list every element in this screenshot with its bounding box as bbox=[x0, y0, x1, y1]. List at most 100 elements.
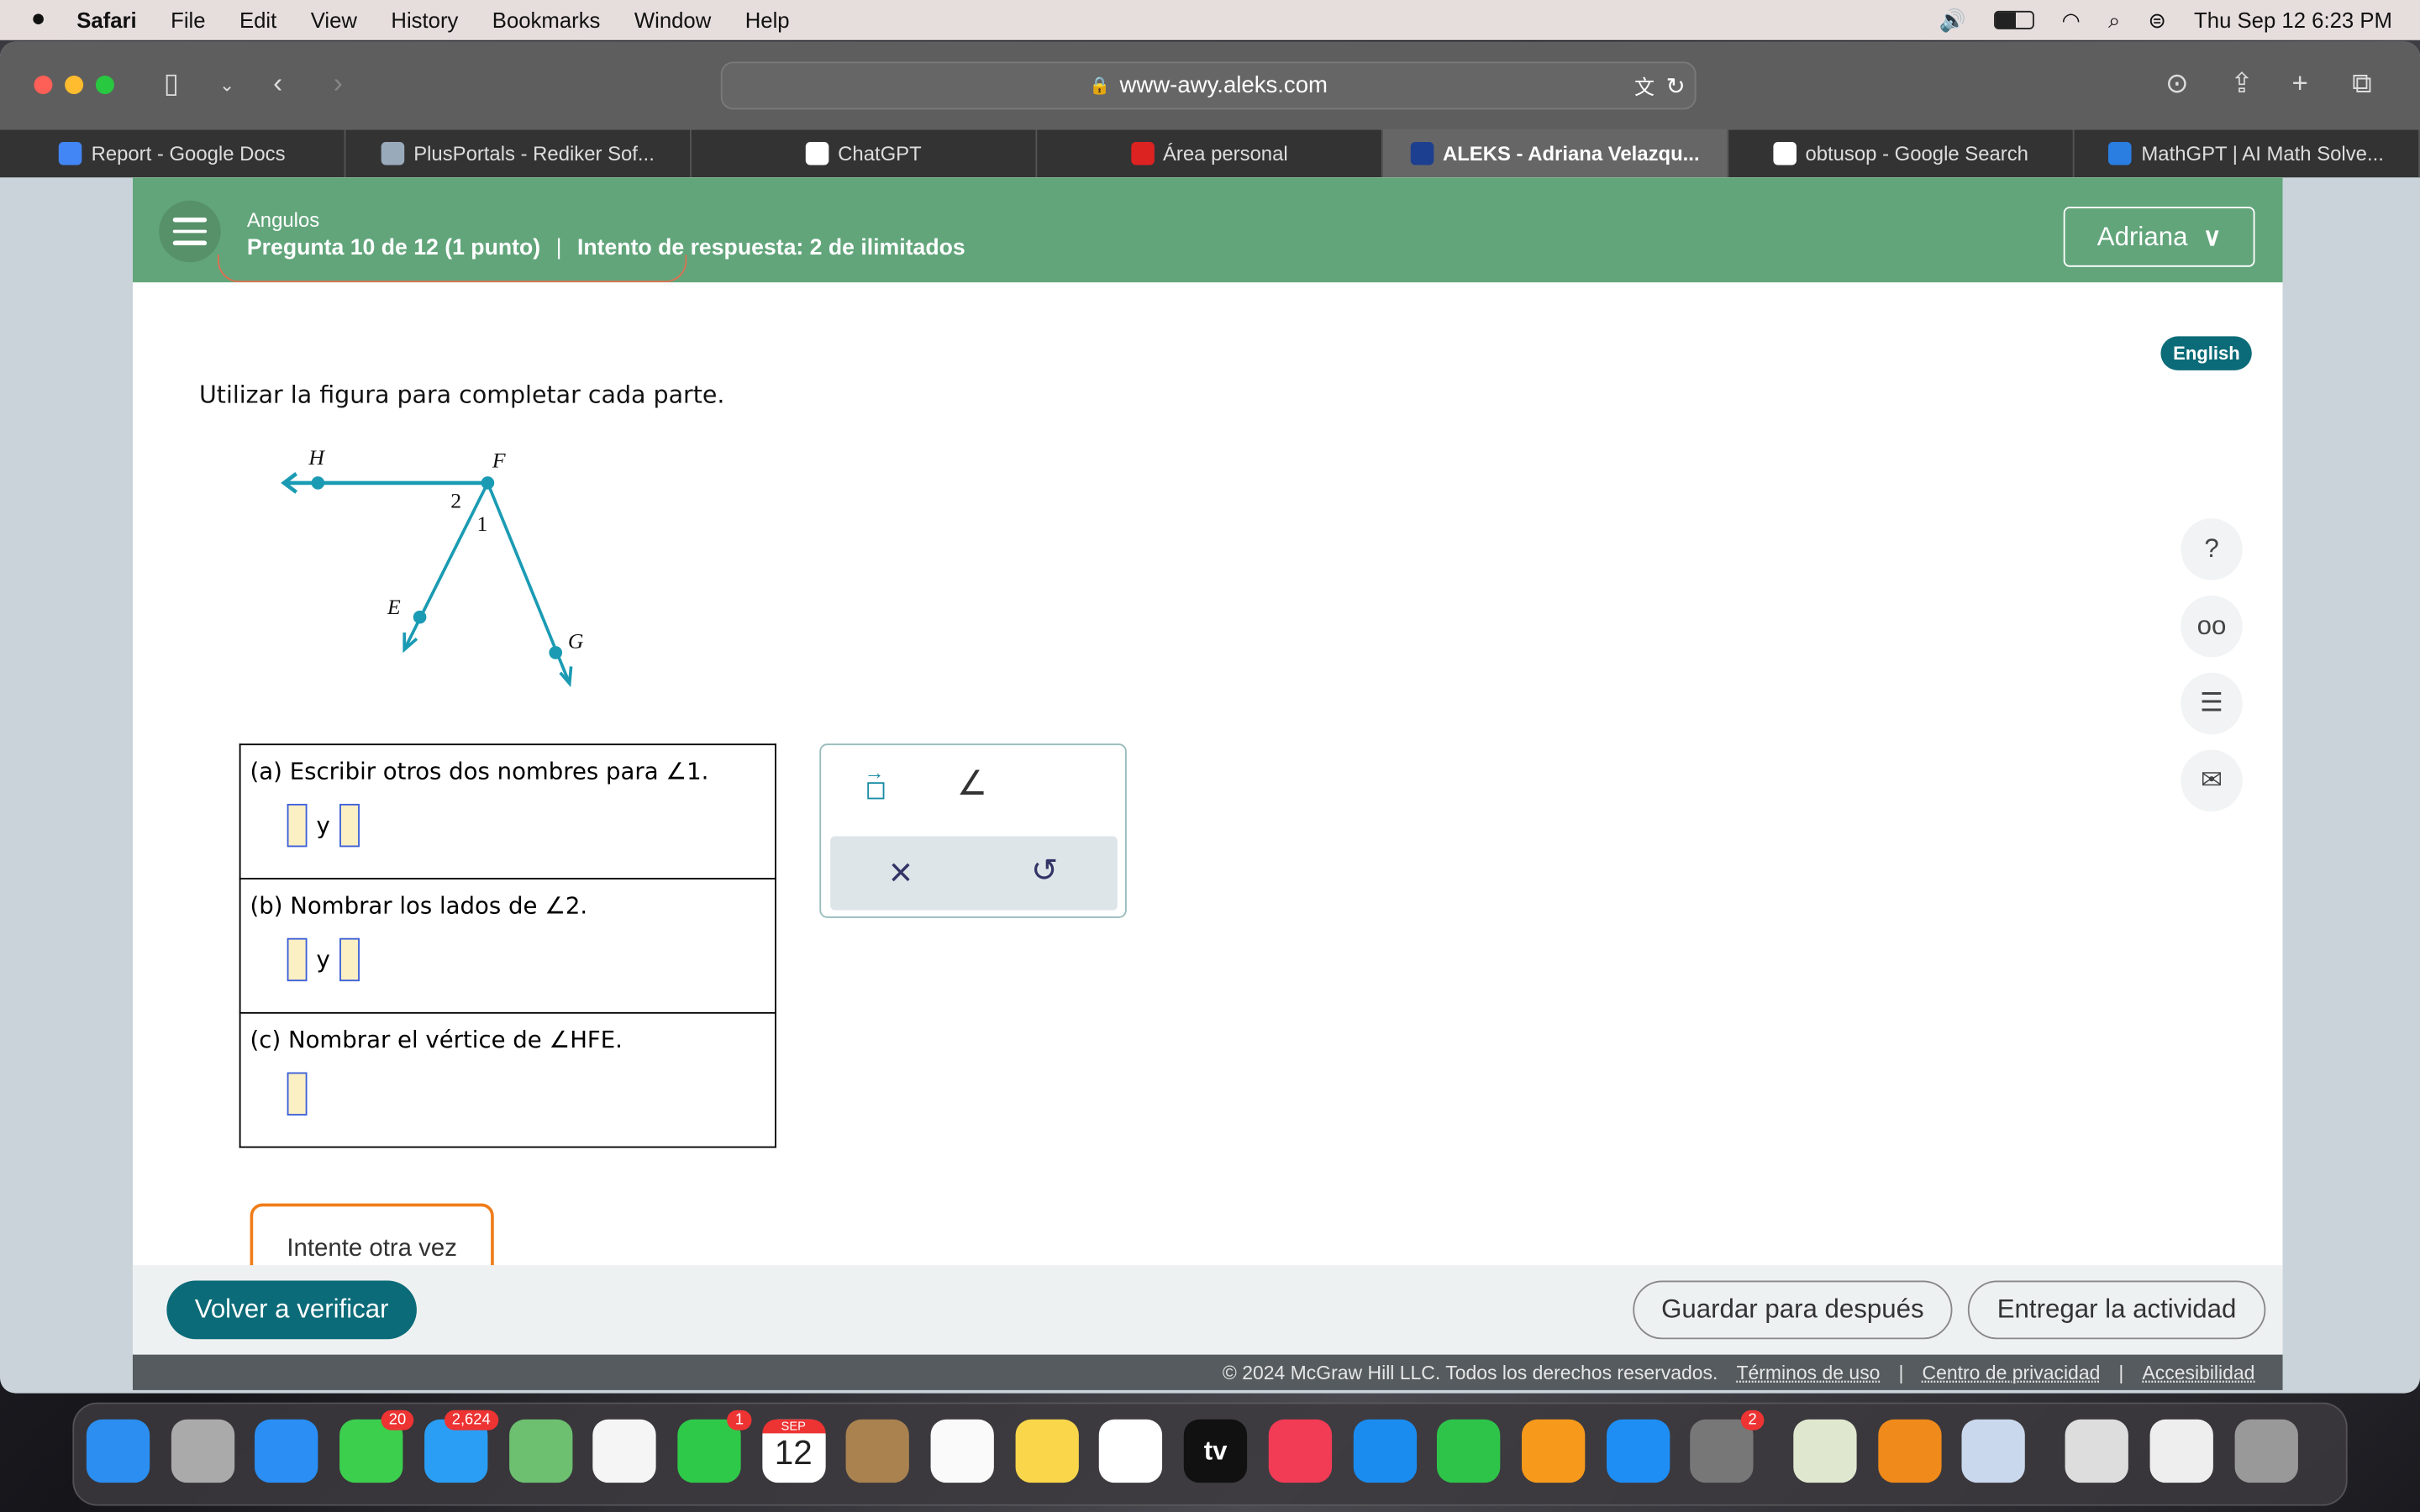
forward-icon[interactable]: › bbox=[334, 68, 343, 101]
dock-freeform-icon[interactable] bbox=[1099, 1419, 1163, 1483]
dock-contacts-icon[interactable] bbox=[846, 1419, 910, 1483]
terms-link[interactable]: Términos de uso bbox=[1736, 1362, 1880, 1383]
apple-icon[interactable]: ● bbox=[31, 6, 46, 34]
wifi-icon[interactable]: ◠ bbox=[2061, 7, 2080, 33]
close-window-button[interactable] bbox=[34, 76, 53, 95]
part-c-input[interactable] bbox=[287, 1072, 308, 1116]
feedback-text: Intente otra vez bbox=[287, 1236, 457, 1263]
browser-tab[interactable]: Área personal bbox=[1037, 129, 1383, 178]
recheck-button[interactable]: Volver a verificar bbox=[166, 1280, 417, 1340]
accessibility-link[interactable]: Accesibilidad bbox=[2142, 1362, 2254, 1383]
menu-view[interactable]: View bbox=[311, 8, 357, 32]
browser-tab[interactable]: MathGPT | AI Math Solve... bbox=[2075, 129, 2420, 178]
browser-tab[interactable]: Report - Google Docs bbox=[0, 129, 346, 178]
part-a-prompt: (a) Escribir otros dos nombres para ∠1. bbox=[250, 757, 709, 785]
glasses-icon[interactable]: oo bbox=[2181, 595, 2243, 658]
angle-tool-button[interactable]: ∠ bbox=[957, 764, 987, 804]
dock-window-2-icon[interactable] bbox=[2149, 1419, 2213, 1483]
dock-music-icon[interactable] bbox=[1268, 1419, 1332, 1483]
dock-window-1-icon[interactable] bbox=[2065, 1419, 2129, 1483]
dock-maps-icon[interactable] bbox=[508, 1419, 572, 1483]
dock-bookshelf-icon[interactable] bbox=[1793, 1419, 1857, 1483]
part-b-row: (b) Nombrar los lados de ∠2. y bbox=[239, 878, 776, 1014]
clock[interactable]: Thu Sep 12 6:23 PM bbox=[2194, 8, 2392, 32]
submit-button[interactable]: Entregar la actividad bbox=[1967, 1280, 2266, 1340]
part-a-input-1[interactable] bbox=[287, 803, 308, 848]
menu-app[interactable]: Safari bbox=[76, 8, 136, 32]
menu-window[interactable]: Window bbox=[634, 8, 711, 32]
downloads-icon[interactable]: ⊙ bbox=[2165, 68, 2189, 101]
ray-tool-button[interactable]: → bbox=[861, 761, 889, 804]
privacy-link[interactable]: Centro de privacidad bbox=[1923, 1362, 2101, 1383]
dock-finder-icon[interactable] bbox=[86, 1419, 150, 1483]
save-later-button[interactable]: Guardar para después bbox=[1633, 1280, 1953, 1340]
control-center-icon[interactable]: ⊜ bbox=[2148, 7, 2166, 33]
menu-file[interactable]: File bbox=[171, 8, 205, 32]
notification-badge: 1 bbox=[727, 1410, 752, 1431]
menu-edit[interactable]: Edit bbox=[239, 8, 276, 32]
dock-trash-icon[interactable] bbox=[2233, 1419, 2297, 1483]
translate-icon[interactable]: 文 bbox=[1634, 71, 1655, 100]
user-menu-button[interactable]: Adriana ∨ bbox=[2063, 207, 2255, 267]
dock-tv-icon[interactable]: tv bbox=[1183, 1419, 1248, 1483]
label-h: H bbox=[308, 445, 325, 470]
menu-bookmarks[interactable]: Bookmarks bbox=[492, 8, 601, 32]
tab-label: obtusop - Google Search bbox=[1805, 141, 2028, 165]
point-g bbox=[549, 646, 563, 659]
new-tab-icon[interactable]: + bbox=[2292, 68, 2308, 101]
clear-button[interactable]: × bbox=[889, 848, 913, 896]
browser-tab[interactable]: ALEKS - Adriana Velazqu... bbox=[1382, 129, 1729, 178]
notes-icon[interactable]: ☰ bbox=[2181, 672, 2243, 735]
reload-icon[interactable]: ↻ bbox=[1666, 71, 1686, 99]
search-icon[interactable]: ⌕ bbox=[2108, 7, 2120, 33]
action-bar: Volver a verificar Guardar para después … bbox=[132, 1265, 2283, 1355]
address-bar[interactable]: 🔒 www-awy.aleks.com 文 ↻ bbox=[720, 61, 1697, 110]
dock-calendar-icon[interactable]: SEP 12 bbox=[761, 1419, 825, 1483]
dock-mail-icon[interactable]: 2,624 bbox=[424, 1410, 498, 1483]
tab-label: MathGPT | AI Math Solve... bbox=[2141, 141, 2384, 165]
back-icon[interactable]: ‹ bbox=[273, 68, 282, 101]
zoom-window-button[interactable] bbox=[95, 76, 114, 95]
share-icon[interactable]: ⇪ bbox=[2230, 68, 2254, 101]
part-c-prompt: (c) Nombrar el vértice de ∠HFE. bbox=[250, 1026, 623, 1054]
dock-numbers-icon[interactable] bbox=[1437, 1419, 1501, 1483]
user-name: Adriana bbox=[2096, 221, 2188, 251]
dock-keynote-icon[interactable] bbox=[1352, 1419, 1417, 1483]
browser-tab[interactable]: obtusop - Google Search bbox=[1728, 129, 2075, 178]
dock-messages-icon[interactable]: 20 bbox=[339, 1410, 414, 1483]
dock-notes-icon[interactable] bbox=[1014, 1419, 1079, 1483]
volume-icon[interactable]: 🔊 bbox=[1939, 7, 1966, 33]
dock-facetime-icon[interactable]: 1 bbox=[677, 1410, 752, 1483]
battery-icon[interactable] bbox=[1993, 10, 2034, 29]
mail-icon[interactable]: ✉ bbox=[2181, 749, 2243, 812]
browser-tab[interactable]: ChatGPT bbox=[692, 129, 1038, 178]
dock-preview-icon[interactable] bbox=[1962, 1419, 2026, 1483]
dock-pages-icon[interactable] bbox=[1521, 1419, 1586, 1483]
connector: y bbox=[316, 945, 330, 974]
dock-photos-icon[interactable] bbox=[592, 1419, 656, 1483]
dock-reminders-icon[interactable] bbox=[930, 1419, 994, 1483]
menu-history[interactable]: History bbox=[391, 8, 458, 32]
dock-launchpad-icon[interactable] bbox=[171, 1419, 234, 1483]
part-a-input-2[interactable] bbox=[339, 803, 360, 848]
dock-safari-icon[interactable] bbox=[255, 1419, 319, 1483]
dock-basketball-icon[interactable] bbox=[1877, 1419, 1942, 1483]
sidebar-icon[interactable]: ▯ bbox=[164, 68, 179, 101]
part-b-prompt: (b) Nombrar los lados de ∠2. bbox=[250, 891, 588, 920]
dock-app-store-icon[interactable] bbox=[1606, 1419, 1670, 1483]
browser-tab[interactable]: PlusPortals - Rediker Sof... bbox=[345, 129, 692, 178]
help-icon[interactable]: ? bbox=[2181, 518, 2243, 580]
calendar-month: SEP bbox=[761, 1419, 825, 1434]
undo-button[interactable]: ↺ bbox=[1031, 852, 1058, 890]
dock-system-settings-icon[interactable]: 2 bbox=[1690, 1410, 1765, 1483]
chevron-down-icon[interactable]: ⌄ bbox=[219, 74, 234, 96]
english-button[interactable]: English bbox=[2160, 336, 2253, 370]
favicon-icon bbox=[381, 141, 405, 165]
tab-overview-icon[interactable]: ⧉ bbox=[2352, 68, 2372, 101]
menu-bar: ● Safari File Edit View History Bookmark… bbox=[0, 0, 2420, 40]
part-b-input-2[interactable] bbox=[339, 937, 360, 982]
palette-actions: × ↺ bbox=[830, 836, 1118, 911]
menu-help[interactable]: Help bbox=[745, 8, 790, 32]
part-b-input-1[interactable] bbox=[287, 937, 308, 982]
minimize-window-button[interactable] bbox=[65, 76, 84, 95]
